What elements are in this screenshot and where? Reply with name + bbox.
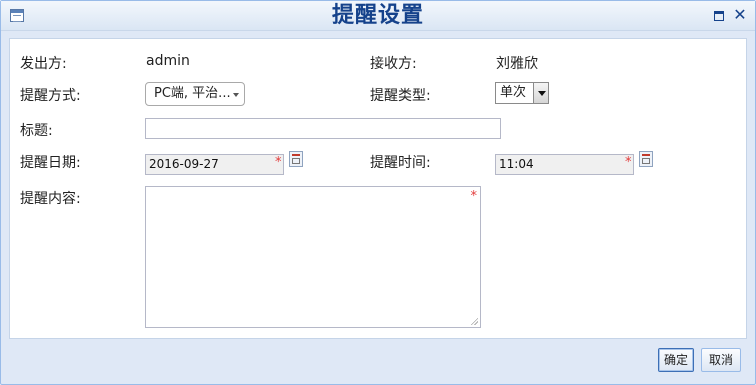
dialog-title: 提醒设置 <box>331 3 424 28</box>
content-required-mark: * <box>470 189 478 204</box>
reminder-settings-dialog: 提醒设置 ✕ 发出方: admin 接收方: 刘雅欣 提醒方式: PC端, 平治… <box>0 0 756 385</box>
dialog-titlebar[interactable]: 提醒设置 ✕ <box>1 1 755 31</box>
clock-picker-icon[interactable] <box>639 151 653 167</box>
type-label: 提醒类型: <box>370 88 431 104</box>
content-label: 提醒内容: <box>20 191 81 207</box>
date-label: 提醒日期: <box>20 155 81 171</box>
subject-input[interactable] <box>145 118 501 139</box>
date-required-mark: * <box>275 155 282 170</box>
close-icon[interactable]: ✕ <box>732 6 748 24</box>
receiver-value: 刘雅欣 <box>496 56 538 72</box>
resize-grip-icon[interactable] <box>470 317 478 325</box>
maximize-icon[interactable] <box>714 11 724 21</box>
time-required-mark: * <box>625 155 632 170</box>
calendar-icon[interactable] <box>289 151 303 167</box>
chevron-down-icon[interactable] <box>533 83 548 103</box>
time-input[interactable]: 11:04 <box>495 154 634 175</box>
type-select-value: 单次 <box>500 85 527 100</box>
sender-label: 发出方: <box>20 56 67 72</box>
ok-button[interactable]: 确定 <box>658 348 694 372</box>
subject-label: 标题: <box>20 123 53 139</box>
method-dropdown[interactable]: PC端, 平治... <box>145 82 245 106</box>
method-dropdown-value: PC端, 平治... <box>154 86 231 101</box>
content-textarea[interactable]: * <box>145 186 481 328</box>
cancel-button[interactable]: 取消 <box>701 348 741 372</box>
method-label: 提醒方式: <box>20 88 81 104</box>
sender-value: admin <box>146 53 190 69</box>
chevron-down-icon <box>233 93 239 97</box>
date-input[interactable]: 2016-09-27 <box>145 154 284 175</box>
type-select[interactable]: 单次 <box>495 82 549 104</box>
time-label: 提醒时间: <box>370 155 431 171</box>
receiver-label: 接收方: <box>370 56 417 72</box>
